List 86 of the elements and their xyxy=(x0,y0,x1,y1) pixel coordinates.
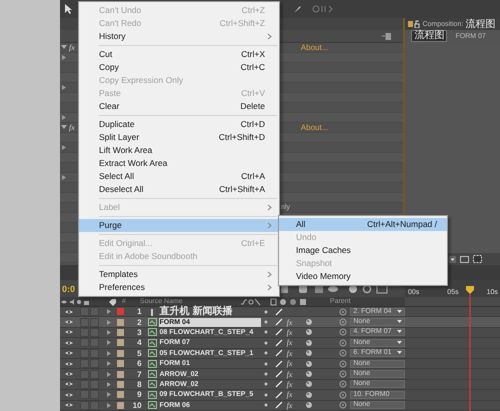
submenu-item[interactable]: All Ctrl+Alt+Numpad / xyxy=(279,218,447,231)
menu-item[interactable]: Clear Delete xyxy=(79,100,279,113)
menu-item[interactable]: Cut Ctrl+X xyxy=(79,48,279,61)
timeline-tools-icon[interactable] xyxy=(279,284,390,294)
effects-switch[interactable]: fx xyxy=(286,390,292,400)
effect-label: fx xyxy=(69,124,75,132)
menu-item[interactable]: Extract Work Area xyxy=(79,157,279,170)
snap-icon[interactable] xyxy=(312,5,334,13)
label-color-swatch[interactable] xyxy=(116,308,124,316)
effects-switch[interactable]: fx xyxy=(286,348,292,358)
eye-icon[interactable] xyxy=(64,329,74,336)
composition-icon xyxy=(148,328,156,336)
eye-icon[interactable] xyxy=(64,402,74,408)
effects-switch[interactable]: fx xyxy=(286,400,292,410)
view-icon[interactable] xyxy=(460,256,470,262)
label-color-swatch[interactable] xyxy=(116,402,124,409)
effects-switch[interactable]: fx xyxy=(286,318,292,327)
eye-icon[interactable] xyxy=(64,340,74,346)
lock-icon[interactable] xyxy=(408,20,420,28)
region-icon[interactable] xyxy=(473,255,482,263)
menu-item[interactable]: Templates xyxy=(79,268,279,281)
menu-item[interactable]: Purge xyxy=(79,219,279,232)
submenu-item[interactable]: Image Caches xyxy=(279,244,447,257)
composition-icon xyxy=(148,318,156,326)
label-color-swatch[interactable] xyxy=(116,318,124,326)
eye-icon[interactable] xyxy=(64,371,74,378)
composition-icon xyxy=(148,401,156,410)
label-color-swatch[interactable] xyxy=(116,391,124,398)
about-link[interactable]: About... xyxy=(300,43,328,52)
caret-icon[interactable] xyxy=(396,351,402,356)
menu-item[interactable]: History xyxy=(79,30,279,43)
effects-switch[interactable]: fx xyxy=(286,338,292,348)
effects-switch[interactable]: fx xyxy=(286,370,292,379)
layer-name[interactable]: 直升机 新闻联播 xyxy=(158,306,261,317)
dropdown-icon[interactable] xyxy=(449,256,456,262)
label-color-swatch[interactable] xyxy=(116,328,124,336)
menu-item[interactable]: Select All Ctrl+A xyxy=(79,170,279,183)
menu-item[interactable]: Preferences xyxy=(79,281,279,294)
layer-number: 2 xyxy=(136,318,142,327)
layer-number: 10 xyxy=(132,400,142,410)
playhead[interactable] xyxy=(464,285,476,411)
eye-icon[interactable] xyxy=(64,308,74,315)
composition-icon xyxy=(148,349,156,358)
menu-item[interactable]: Lift Work Area xyxy=(79,144,279,157)
layer-number: 7 xyxy=(136,370,142,379)
layer-number: 1 xyxy=(136,307,142,316)
layer-number: 6 xyxy=(136,359,142,368)
panel-menu-icon[interactable] xyxy=(382,32,392,40)
current-time[interactable]: 0:0 xyxy=(62,284,76,294)
brush-tool-icon[interactable] xyxy=(293,4,302,14)
layer-number: 5 xyxy=(136,348,142,358)
menu-item[interactable]: Split Layer Ctrl+Shift+D xyxy=(79,131,279,144)
composition-icon xyxy=(148,338,156,347)
layer-number: 9 xyxy=(136,390,142,400)
caret-icon[interactable] xyxy=(396,310,402,314)
selection-tool-icon[interactable] xyxy=(64,4,73,14)
breadcrumb[interactable]: 流程图 xyxy=(411,30,448,42)
composition-icon xyxy=(148,380,156,388)
label-color-swatch[interactable] xyxy=(116,339,124,346)
layer-switches-icon xyxy=(60,298,92,306)
label-color-swatch[interactable] xyxy=(116,380,124,388)
menu-item[interactable]: Duplicate Ctrl+D xyxy=(79,118,279,131)
composition-icon xyxy=(148,390,156,399)
composition-icon xyxy=(148,360,156,368)
composition-name[interactable]: 流程图 xyxy=(465,18,496,30)
caret-icon[interactable] xyxy=(396,340,402,345)
composition-icon xyxy=(148,370,156,378)
label-color-swatch[interactable] xyxy=(116,360,124,368)
label-color-swatch[interactable] xyxy=(116,370,124,378)
layer-number: 3 xyxy=(136,328,142,337)
effect-label: fx xyxy=(69,44,75,52)
eye-icon[interactable] xyxy=(64,381,74,388)
layer-number: 4 xyxy=(136,338,142,348)
label-color-swatch[interactable] xyxy=(116,350,124,357)
effects-switch[interactable]: fx xyxy=(286,359,292,368)
menu-item[interactable]: Deselect All Ctrl+Shift+A xyxy=(79,183,279,196)
about-link[interactable]: About... xyxy=(300,123,328,132)
eye-icon[interactable] xyxy=(64,350,74,356)
layer-number: 8 xyxy=(136,380,142,389)
effects-switch[interactable]: fx xyxy=(286,328,292,337)
menu-item[interactable]: Copy Ctrl+C xyxy=(79,61,279,74)
effects-switch[interactable]: fx xyxy=(286,380,292,389)
eye-icon[interactable] xyxy=(64,360,74,367)
eye-icon[interactable] xyxy=(64,392,74,398)
eye-icon[interactable] xyxy=(64,319,74,326)
submenu-item[interactable]: Video Memory xyxy=(279,270,447,283)
